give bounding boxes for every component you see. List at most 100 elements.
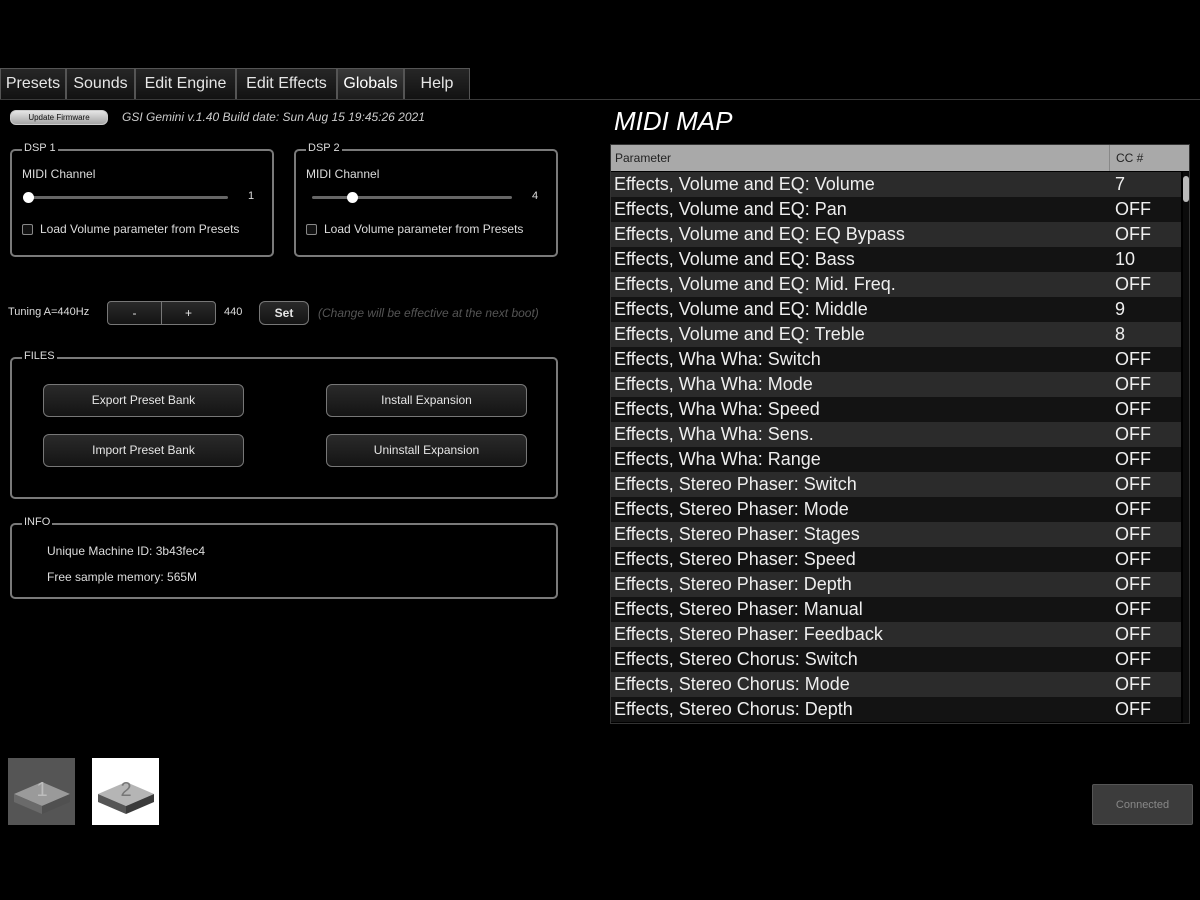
table-row[interactable]: Effects, Volume and EQ: Bass 10: [611, 247, 1181, 272]
parameter-cell: Effects, Wha Wha: Switch: [614, 349, 821, 369]
uninstall-expansion-button[interactable]: Uninstall Expansion: [326, 434, 527, 467]
table-row[interactable]: Effects, Stereo Chorus: Switch OFF: [611, 647, 1181, 672]
table-row[interactable]: Effects, Stereo Phaser: Manual OFF: [611, 597, 1181, 622]
cc-cell[interactable]: 10: [1115, 247, 1135, 272]
tab-edit-engine[interactable]: Edit Engine: [135, 68, 236, 99]
dsp1-channel-slider[interactable]: [23, 192, 228, 203]
tuning-minus-button[interactable]: -: [107, 301, 162, 325]
cc-cell[interactable]: OFF: [1115, 397, 1151, 422]
column-header-parameter[interactable]: Parameter: [615, 145, 1109, 171]
table-row[interactable]: Effects, Wha Wha: Range OFF: [611, 447, 1181, 472]
table-row[interactable]: Effects, Stereo Chorus: Mode OFF: [611, 672, 1181, 697]
cc-cell[interactable]: OFF: [1115, 347, 1151, 372]
table-row[interactable]: Effects, Stereo Phaser: Switch OFF: [611, 472, 1181, 497]
import-preset-bank-button[interactable]: Import Preset Bank: [43, 434, 244, 467]
table-row[interactable]: Effects, Volume and EQ: Middle 9: [611, 297, 1181, 322]
tuning-set-button[interactable]: Set: [259, 301, 309, 325]
table-row[interactable]: Effects, Stereo Phaser: Stages OFF: [611, 522, 1181, 547]
tab-help[interactable]: Help: [404, 68, 470, 99]
info-title: INFO: [22, 516, 53, 528]
cc-cell[interactable]: OFF: [1115, 222, 1151, 247]
install-expansion-button[interactable]: Install Expansion: [326, 384, 527, 417]
table-row[interactable]: Effects, Stereo Phaser: Feedback OFF: [611, 622, 1181, 647]
cc-cell[interactable]: OFF: [1115, 372, 1151, 397]
table-row[interactable]: Effects, Stereo Phaser: Mode OFF: [611, 497, 1181, 522]
cc-cell[interactable]: OFF: [1115, 547, 1151, 572]
table-header: Parameter CC #: [611, 145, 1189, 171]
cc-cell[interactable]: OFF: [1115, 497, 1151, 522]
dsp2-checkbox-label: Load Volume parameter from Presets: [324, 222, 524, 236]
parameter-cell: Effects, Stereo Phaser: Switch: [614, 474, 857, 494]
cc-cell[interactable]: OFF: [1115, 522, 1151, 547]
table-row[interactable]: Effects, Volume and EQ: Pan OFF: [611, 197, 1181, 222]
dsp1-select-button[interactable]: 1: [8, 758, 75, 825]
cc-cell[interactable]: OFF: [1115, 422, 1151, 447]
parameter-cell: Effects, Stereo Chorus: Depth: [614, 699, 853, 719]
table-row[interactable]: Effects, Volume and EQ: Mid. Freq. OFF: [611, 272, 1181, 297]
update-firmware-button[interactable]: Update Firmware: [10, 110, 108, 125]
dsp-device-icon: 2: [98, 779, 154, 814]
table-row[interactable]: Effects, Wha Wha: Sens. OFF: [611, 422, 1181, 447]
table-row[interactable]: Effects, Volume and EQ: Volume 7: [611, 172, 1181, 197]
cc-cell[interactable]: OFF: [1115, 472, 1151, 497]
cc-cell[interactable]: 9: [1115, 297, 1125, 322]
table-row[interactable]: Effects, Wha Wha: Switch OFF: [611, 347, 1181, 372]
dsp2-channel-slider[interactable]: [312, 192, 512, 203]
tab-presets[interactable]: Presets: [0, 68, 66, 99]
table-scrollbar[interactable]: [1183, 172, 1189, 723]
parameter-cell: Effects, Wha Wha: Speed: [614, 399, 820, 419]
cc-cell[interactable]: OFF: [1115, 622, 1151, 647]
dsp2-select-button[interactable]: 2: [92, 758, 159, 825]
info-group: INFO Unique Machine ID: 3b43fec4 Free sa…: [10, 516, 558, 599]
files-title: FILES: [22, 350, 57, 362]
tab-edit-effects[interactable]: Edit Effects: [236, 68, 337, 99]
export-preset-bank-button[interactable]: Export Preset Bank: [43, 384, 244, 417]
connected-status-button[interactable]: Connected: [1092, 784, 1193, 825]
table-row[interactable]: Effects, Stereo Chorus: Depth OFF: [611, 697, 1181, 722]
dsp-device-icon: 1: [14, 779, 70, 814]
table-row[interactable]: Effects, Volume and EQ: EQ Bypass OFF: [611, 222, 1181, 247]
parameter-cell: Effects, Stereo Phaser: Manual: [614, 599, 863, 619]
cc-cell[interactable]: 8: [1115, 322, 1125, 347]
midi-map-title: MIDI MAP: [614, 106, 733, 136]
parameter-cell: Effects, Stereo Chorus: Mode: [614, 674, 850, 694]
dsp2-slider-knob[interactable]: [347, 192, 358, 203]
cc-cell[interactable]: OFF: [1115, 572, 1151, 597]
cc-cell[interactable]: 7: [1115, 172, 1125, 197]
parameter-cell: Effects, Stereo Phaser: Depth: [614, 574, 852, 594]
dsp1-group: DSP 1 MIDI Channel 1 Load Volume paramet…: [10, 142, 274, 257]
tab-sounds[interactable]: Sounds: [66, 68, 135, 99]
table-row[interactable]: Effects, Wha Wha: Mode OFF: [611, 372, 1181, 397]
scrollbar-thumb[interactable]: [1183, 176, 1189, 202]
dsp1-slider-knob[interactable]: [23, 192, 34, 203]
dsp1-load-volume-checkbox[interactable]: [22, 224, 33, 235]
cc-cell[interactable]: OFF: [1115, 447, 1151, 472]
dsp1-checkbox-label: Load Volume parameter from Presets: [40, 222, 240, 236]
tuning-hint: (Change will be effective at the next bo…: [318, 306, 539, 320]
table-row[interactable]: Effects, Stereo Phaser: Depth OFF: [611, 572, 1181, 597]
column-header-cc[interactable]: CC #: [1109, 145, 1179, 171]
cc-cell[interactable]: OFF: [1115, 672, 1151, 697]
cc-cell[interactable]: OFF: [1115, 697, 1151, 722]
table-row[interactable]: Effects, Stereo Phaser: Speed OFF: [611, 547, 1181, 572]
parameter-cell: Effects, Volume and EQ: Volume: [614, 174, 875, 194]
cc-cell[interactable]: OFF: [1115, 197, 1151, 222]
tuning-plus-button[interactable]: +: [161, 301, 216, 325]
table-body: Effects, Volume and EQ: Volume 7 Effects, …: [611, 172, 1181, 722]
machine-id-text: Unique Machine ID: 3b43fec4: [47, 544, 206, 558]
table-row[interactable]: Effects, Wha Wha: Speed OFF: [611, 397, 1181, 422]
parameter-cell: Effects, Wha Wha: Range: [614, 449, 821, 469]
tab-globals[interactable]: Globals: [337, 68, 404, 99]
parameter-cell: Effects, Volume and EQ: Middle: [614, 299, 868, 319]
cc-cell[interactable]: OFF: [1115, 647, 1151, 672]
dsp2-load-volume-checkbox[interactable]: [306, 224, 317, 235]
dsp1-select-number: 1: [36, 779, 47, 801]
files-group: FILES Export Preset Bank Install Expansi…: [10, 350, 558, 499]
table-row[interactable]: Effects, Volume and EQ: Treble 8: [611, 322, 1181, 347]
parameter-cell: Effects, Wha Wha: Sens.: [614, 424, 814, 444]
parameter-cell: Effects, Stereo Phaser: Feedback: [614, 624, 883, 644]
cc-cell[interactable]: OFF: [1115, 272, 1151, 297]
parameter-cell: Effects, Stereo Phaser: Stages: [614, 524, 860, 544]
cc-cell[interactable]: OFF: [1115, 597, 1151, 622]
dsp1-channel-value: 1: [248, 190, 255, 202]
